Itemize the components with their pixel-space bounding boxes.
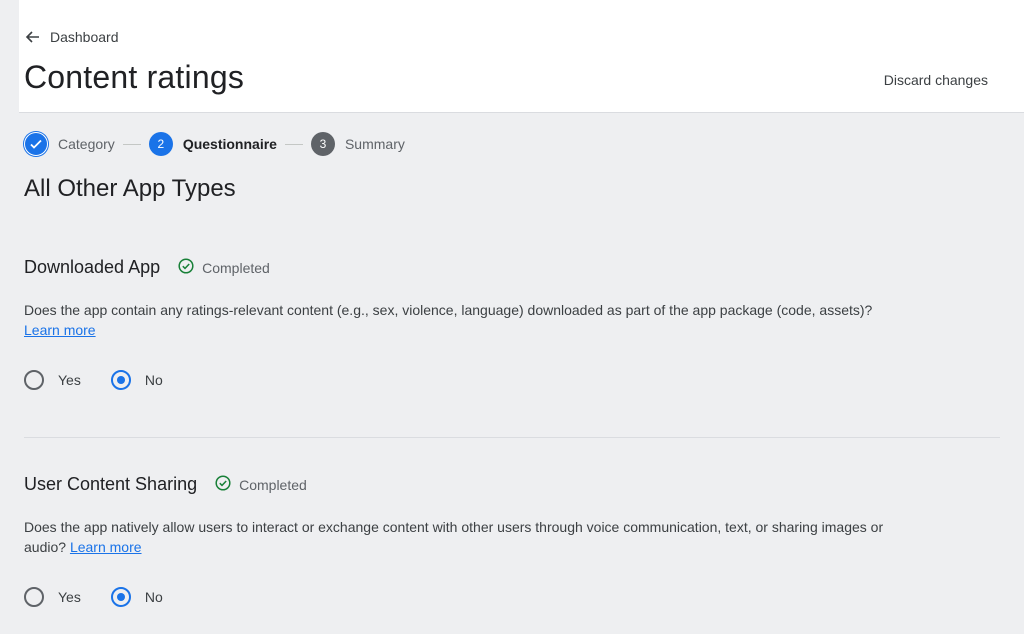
section-heading: All Other App Types (24, 175, 236, 202)
radio-button[interactable] (24, 370, 44, 390)
stepper: Category 2 Questionnaire 3 Summary (24, 130, 405, 158)
step-connector (122, 143, 141, 145)
radio-option-no[interactable]: No (110, 587, 163, 607)
radio-option-yes[interactable]: Yes (24, 587, 81, 607)
check-circle-icon (178, 258, 194, 277)
status-badge: Completed (215, 475, 307, 494)
question-user-content-sharing: User Content Sharing Completed Does the … (24, 474, 1000, 607)
step-label: Summary (344, 136, 405, 152)
radio-label: Yes (58, 589, 81, 605)
question-title: Downloaded App (24, 257, 161, 277)
page-title: Content ratings (24, 59, 245, 95)
radio-button[interactable] (24, 587, 44, 607)
status-label: Completed (239, 476, 307, 493)
radio-option-no[interactable]: No (110, 370, 163, 390)
step-label: Category (58, 136, 115, 152)
step-summary[interactable]: 3 Summary (310, 132, 405, 156)
status-label: Completed (202, 259, 270, 276)
step-label: Questionnaire (182, 136, 277, 152)
breadcrumb[interactable]: Dashboard (24, 29, 119, 45)
radio-label: No (144, 589, 163, 605)
radio-option-yes[interactable]: Yes (24, 370, 81, 390)
check-circle-icon (215, 475, 231, 494)
arrow-back-icon (24, 29, 40, 45)
question-text: Does the app natively allow users to int… (24, 517, 924, 557)
step-connector (284, 143, 303, 145)
breadcrumb-label: Dashboard (50, 29, 119, 45)
question-text: Does the app contain any ratings-relevan… (24, 300, 924, 340)
question-text-body: Does the app contain any ratings-relevan… (24, 302, 873, 318)
question-title-row: Downloaded App Completed (24, 257, 1000, 278)
question-text-body: Does the app natively allow users to int… (24, 519, 884, 555)
radio-label: Yes (58, 372, 81, 388)
question-title: User Content Sharing (24, 474, 198, 494)
learn-more-link[interactable]: Learn more (70, 539, 142, 555)
check-icon (24, 132, 48, 156)
radio-button[interactable] (110, 370, 131, 390)
radio-label: No (144, 372, 163, 388)
section-divider (24, 437, 1000, 438)
discard-changes-button[interactable]: Discard changes (884, 72, 988, 88)
radio-group: Yes No (24, 370, 1000, 390)
question-downloaded-app: Downloaded App Completed Does the app co… (24, 257, 1000, 390)
left-gutter (0, 0, 19, 112)
status-badge: Completed (178, 258, 270, 277)
step-category[interactable]: Category (24, 132, 115, 156)
step-questionnaire[interactable]: 2 Questionnaire (148, 132, 277, 156)
step-number: 2 (148, 132, 173, 156)
page-header: Dashboard Content ratings Discard change… (19, 0, 1024, 113)
question-title-row: User Content Sharing Completed (24, 474, 1000, 495)
step-number: 3 (310, 132, 335, 156)
radio-button[interactable] (110, 587, 131, 607)
learn-more-link[interactable]: Learn more (24, 322, 96, 338)
radio-group: Yes No (24, 587, 1000, 607)
